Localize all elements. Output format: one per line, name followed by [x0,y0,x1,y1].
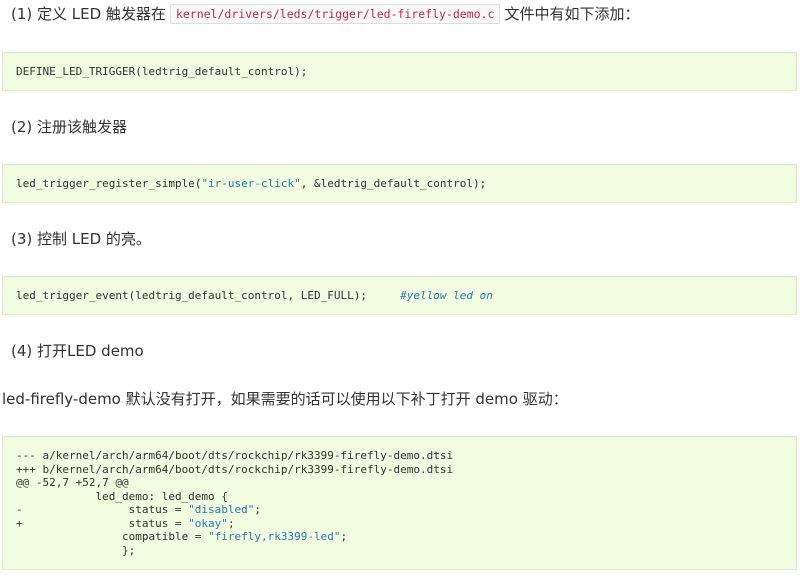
step-1-paragraph: (1) 定义 LED 触发器在 kernel/drivers/leds/trigg… [11,4,639,24]
code-text: compatible = [16,530,209,543]
code-block-patch: --- a/kernel/arch/arm64/boot/dts/rockchi… [2,436,797,570]
code-text: , &ledtrig_default_control); [300,176,487,190]
code-comment: #yellow led on [400,288,493,302]
patch-line: - status = "disabled"; [16,503,783,517]
patch-line: }; [16,543,136,557]
code-string: "ir-user-click" [201,176,301,190]
code-block-define-trigger: DEFINE_LED_TRIGGER(ledtrig_default_contr… [2,52,797,91]
patch-line: +++ b/kernel/arch/arm64/boot/dts/rockchi… [16,462,454,476]
code-text: led_trigger_register_simple( [16,176,202,190]
code-string: "okay" [188,516,228,530]
code-string: "firefly,rk3399-led" [208,530,341,543]
step-1-prefix: (1) 定义 LED 触发器在 [11,5,166,23]
code-text: + status = [16,516,189,530]
code-string: "disabled" [188,503,255,516]
document: (1) 定义 LED 触发器在 kernel/drivers/leds/trigg… [0,0,800,575]
code-text: ; [340,530,348,543]
patch-line: @@ -52,7 +52,7 @@ [16,476,129,489]
code-line: led_trigger_event(ledtrig_default_contro… [16,289,493,303]
code-block-register-trigger: led_trigger_register_simple("ir-user-cli… [2,164,797,203]
patch-line: --- a/kernel/arch/arm64/boot/dts/rockchi… [16,449,454,462]
code-line: led_trigger_register_simple("ir-user-cli… [16,177,486,191]
patch-line: led_demo: led_demo { [16,489,228,503]
note-paragraph: led-firefly-demo 默认没有打开，如果需要的话可以使用以下补丁打开… [2,390,568,408]
code-text: ; [227,516,235,530]
step-4-paragraph: (4) 打开LED demo [11,342,144,360]
step-2-paragraph: (2) 注册该触发器 [11,118,128,136]
step-3-paragraph: (3) 控制 LED 的亮。 [11,230,151,248]
patch-line: compatible = "firefly,rk3399-led"; [16,530,783,544]
code-block-trigger-event: led_trigger_event(ledtrig_default_contro… [2,276,797,315]
code-text: led_trigger_event(ledtrig_default_contro… [16,288,401,302]
patch-line: + status = "okay"; [16,517,783,531]
code-text: ; [254,503,262,516]
code-line: DEFINE_LED_TRIGGER(ledtrig_default_contr… [16,64,308,78]
step-1-suffix: 文件中有如下添加： [504,5,640,23]
code-text: - status = [16,503,189,516]
inline-code-path: kernel/drivers/leds/trigger/led-firefly-… [169,4,501,24]
